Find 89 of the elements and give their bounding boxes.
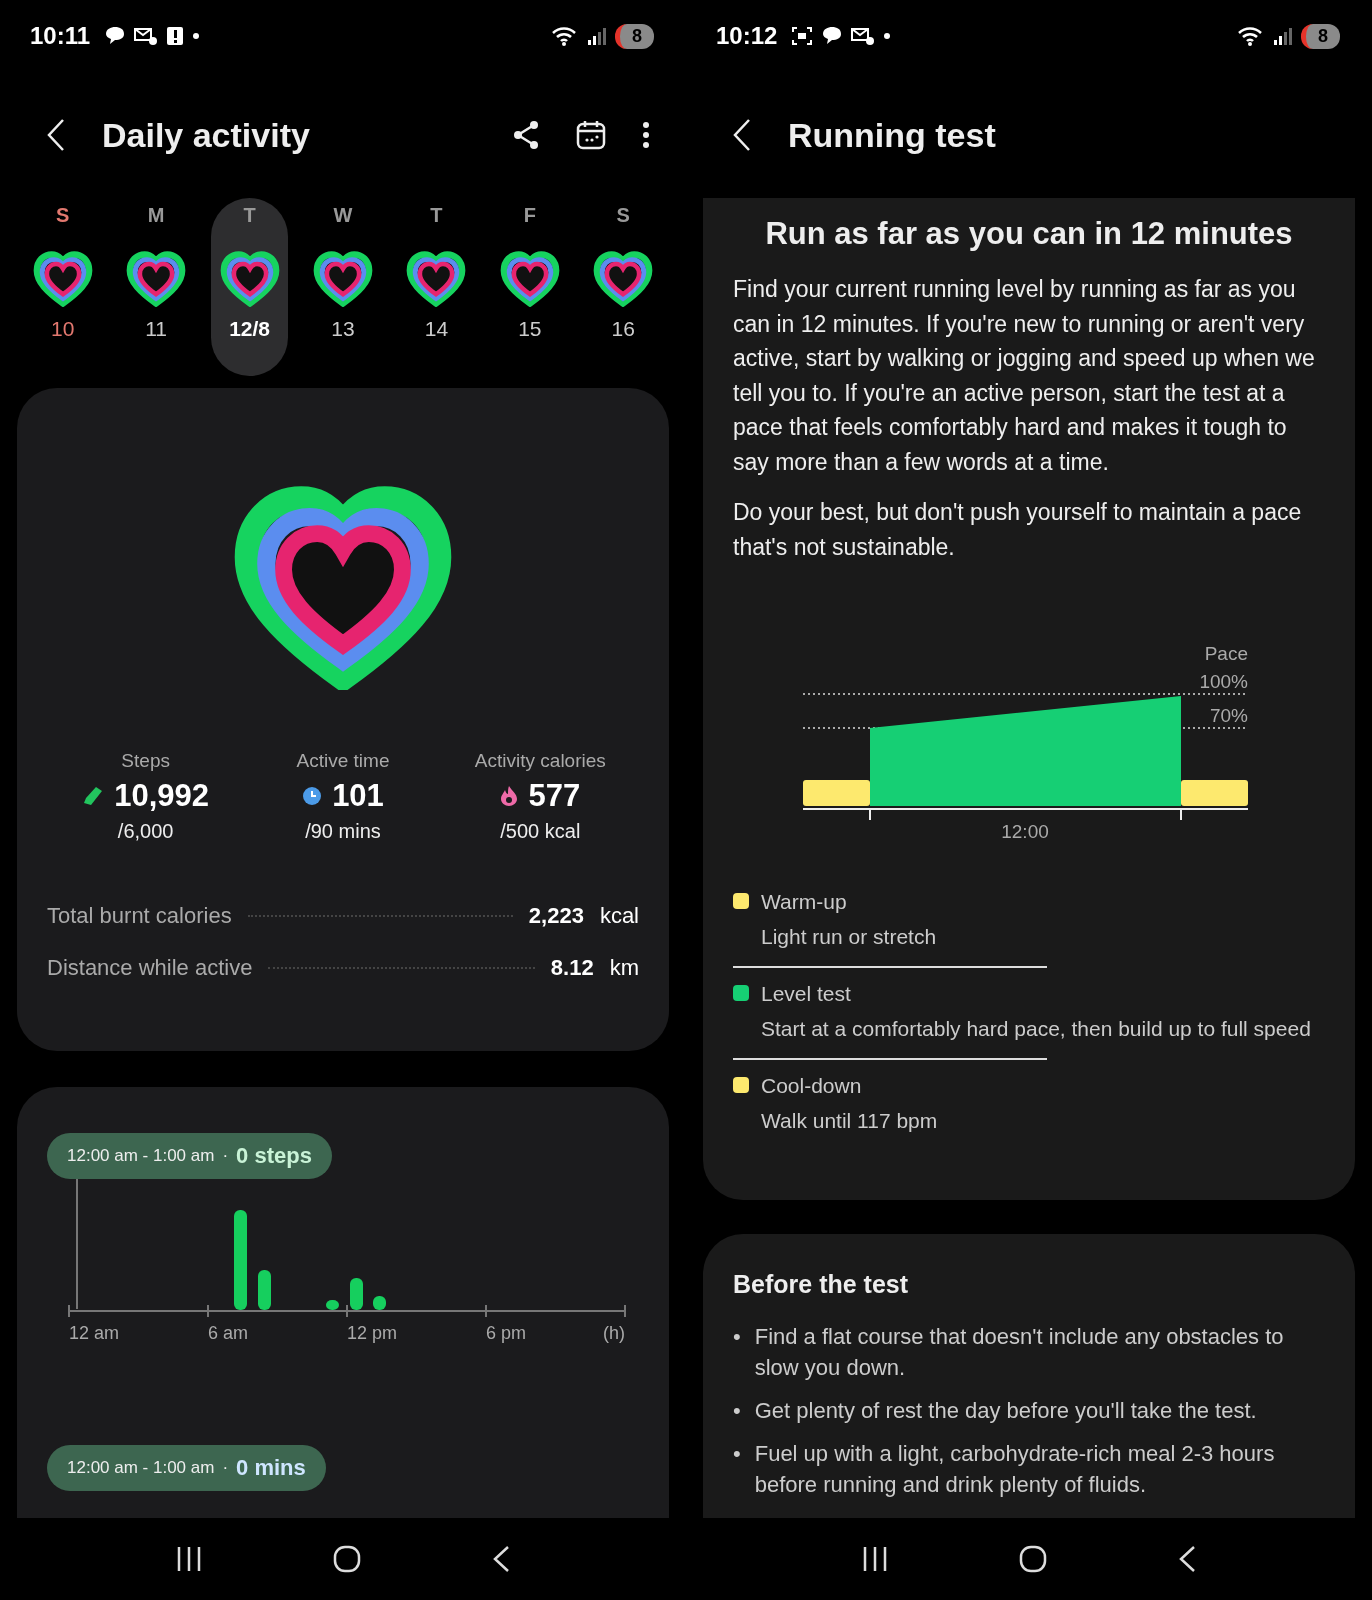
tooltip-separator: · xyxy=(222,1146,229,1167)
chat-icon xyxy=(821,26,844,46)
signal-icon xyxy=(1273,26,1293,46)
screenshot-icon xyxy=(791,26,814,46)
clock-icon xyxy=(302,786,323,807)
metric-label: Total burnt calories xyxy=(47,903,232,930)
tip-item: Get plenty of rest the day before you'll take the test. xyxy=(754,1397,1257,1425)
description-paragraph: Find your current running level by running as far as you can in 12 minutes. If you're new to running or aren't very active, start by walking or jogging and speed up when we tell you to. If you're an active person, start the test at a pace that feels comfortably hard and makes it tough to say more than a few words at a time. xyxy=(733,275,1316,477)
tooltip-time-range: 12:00 am - 1:00 am xyxy=(67,1146,215,1167)
metric-unit: kcal xyxy=(599,903,639,930)
stat-label: Activity calories xyxy=(474,750,606,773)
signal-icon xyxy=(587,26,607,46)
step-bar xyxy=(373,1296,386,1311)
tooltip-separator: · xyxy=(222,1458,229,1479)
recent-apps-icon[interactable] xyxy=(861,1546,889,1572)
axis-label: (h) xyxy=(603,1323,625,1344)
day-selector[interactable]: S 16 xyxy=(584,198,662,376)
flame-icon xyxy=(500,785,519,808)
tip-item: Fuel up with a light, carbohydrate-rich meal 2-3 hours before running and drink plenty of fluids. xyxy=(754,1440,1276,1499)
day-selector[interactable]: T 14 xyxy=(397,198,476,376)
stat-value: 10,992 xyxy=(114,778,210,815)
legend-title: Level test xyxy=(761,982,852,1006)
axis-label: 6 pm xyxy=(486,1323,527,1344)
legend-title: Warm-up xyxy=(761,890,848,914)
stat-goal: /6,000 xyxy=(117,820,174,844)
back-icon[interactable] xyxy=(732,118,752,152)
share-icon[interactable] xyxy=(512,120,540,150)
status-time: 10:11 xyxy=(30,22,91,50)
metric-value: 2,223 xyxy=(528,903,584,930)
back-icon[interactable] xyxy=(491,1545,511,1573)
cool-down-block xyxy=(1181,780,1248,806)
section-heading: Before the test xyxy=(733,1270,910,1299)
step-bar xyxy=(350,1278,363,1311)
legend-description: Walk until 117 bpm xyxy=(761,1108,939,1134)
more-options-icon[interactable] xyxy=(642,121,650,149)
axis-label: 6 am xyxy=(208,1323,249,1344)
axis-label: 100% xyxy=(1199,671,1248,692)
day-selector[interactable]: M 11 xyxy=(117,198,195,376)
step-bar xyxy=(258,1270,271,1311)
battery-indicator: 8 xyxy=(1301,23,1340,49)
warm-up-block xyxy=(803,780,870,806)
back-icon[interactable] xyxy=(1177,1545,1197,1573)
stat-value: 101 xyxy=(332,778,384,815)
tooltip-value: 0 steps xyxy=(236,1143,312,1170)
mail-settings-icon xyxy=(851,26,876,46)
bullet-marker: • xyxy=(733,1440,741,1468)
back-icon[interactable] xyxy=(46,118,66,152)
axis-label: 12 am xyxy=(69,1323,120,1344)
tooltip-time-range: 12:00 am - 1:00 am xyxy=(67,1458,215,1479)
metric-unit: km xyxy=(609,955,639,982)
day-selector[interactable]: W 13 xyxy=(304,198,382,376)
alert-icon xyxy=(166,26,185,46)
stat-goal: /500 kcal xyxy=(500,820,581,844)
tip-item: Find a flat course that doesn't include any obstacles to slow you down. xyxy=(754,1323,1285,1382)
legend-description: Light run or stretch xyxy=(761,924,938,950)
day-selector[interactable]: T 12/8 xyxy=(210,198,289,376)
battery-indicator: 8 xyxy=(615,23,654,49)
page-title: Daily activity xyxy=(102,115,311,155)
stat-label: Steps xyxy=(121,750,170,773)
mail-settings-icon xyxy=(134,26,159,46)
axis-label: 12 pm xyxy=(347,1323,398,1344)
home-icon[interactable] xyxy=(1019,1545,1047,1573)
tooltip-value: 0 mins xyxy=(236,1455,306,1482)
stat-value: 577 xyxy=(528,778,581,815)
legend-title: Cool-down xyxy=(761,1074,863,1098)
chat-icon xyxy=(104,26,127,46)
axis-title: Pace xyxy=(1204,643,1248,664)
stat-goal: /90 mins xyxy=(305,820,381,844)
metric-label: Distance while active xyxy=(47,955,253,982)
description-paragraph: Do your best, but don't push yourself to maintain a pace that's not sustainable. xyxy=(733,498,1303,562)
status-time: 10:12 xyxy=(716,22,778,50)
calendar-icon[interactable] xyxy=(576,120,606,150)
bullet-marker: • xyxy=(733,1323,741,1351)
card-heading: Run as far as you can in 12 minutes xyxy=(764,216,1294,252)
day-selector[interactable]: F 15 xyxy=(491,198,569,376)
day-selector[interactable]: S 10 xyxy=(24,198,102,376)
recent-apps-icon[interactable] xyxy=(175,1546,203,1572)
metric-value: 8.12 xyxy=(550,955,594,982)
duration-label: 12:00 xyxy=(1001,821,1049,842)
bullet-marker: • xyxy=(733,1397,741,1425)
legend-description: Start at a comfortably hard pace, then build up to full speed xyxy=(761,1016,1312,1042)
activity-heart-icon xyxy=(311,249,375,307)
step-bar xyxy=(326,1300,339,1311)
home-icon[interactable] xyxy=(333,1545,361,1573)
stat-label: Active time xyxy=(296,750,390,773)
axis-label: 70% xyxy=(1209,705,1248,726)
notification-dot-icon xyxy=(883,32,892,40)
notification-dot-icon xyxy=(192,32,201,40)
page-title: Running test xyxy=(788,115,997,155)
